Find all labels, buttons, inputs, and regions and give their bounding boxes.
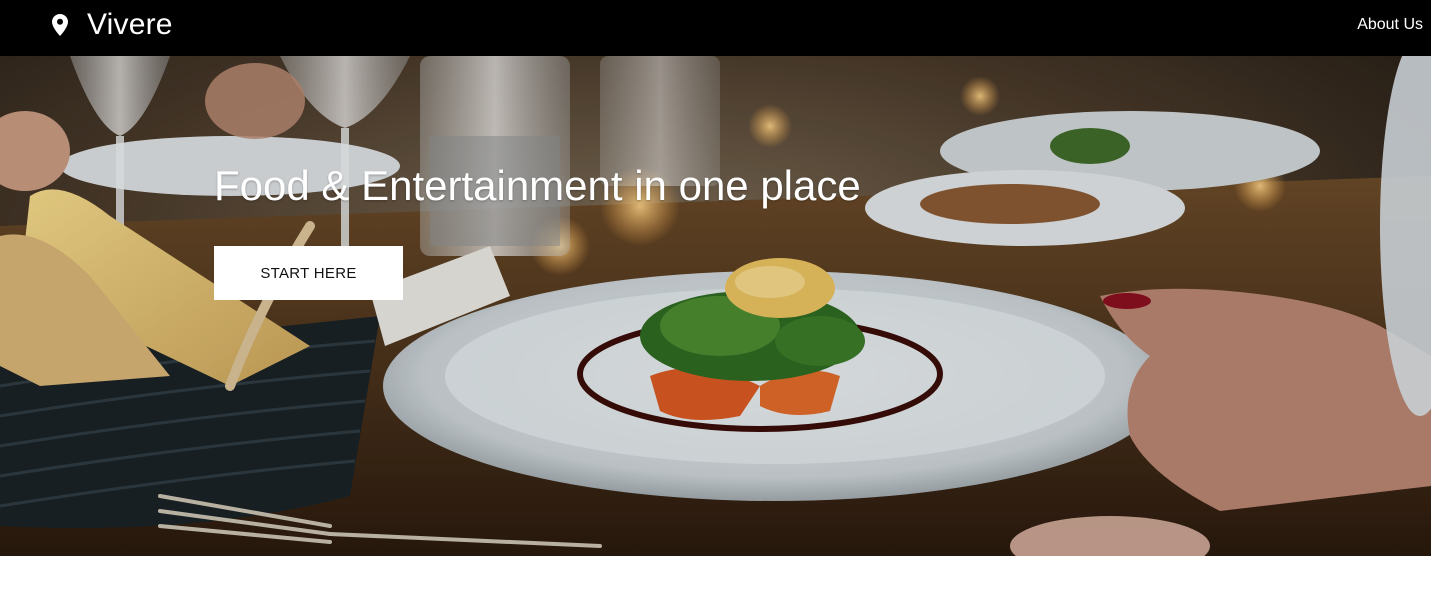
map-pin-icon (50, 14, 70, 36)
top-navbar: Vivere About Us (0, 0, 1431, 56)
start-here-button[interactable]: START HERE (214, 246, 403, 300)
hero-title: Food & Entertainment in one place (214, 162, 861, 209)
nav-link-about-us[interactable]: About Us (1357, 0, 1423, 50)
hero-photo (0, 56, 1431, 556)
page-content-area (0, 556, 1431, 608)
brand-link[interactable]: Vivere (50, 0, 173, 50)
hero-banner: Food & Entertainment in one place START … (0, 56, 1431, 556)
brand-name: Vivere (87, 8, 173, 41)
